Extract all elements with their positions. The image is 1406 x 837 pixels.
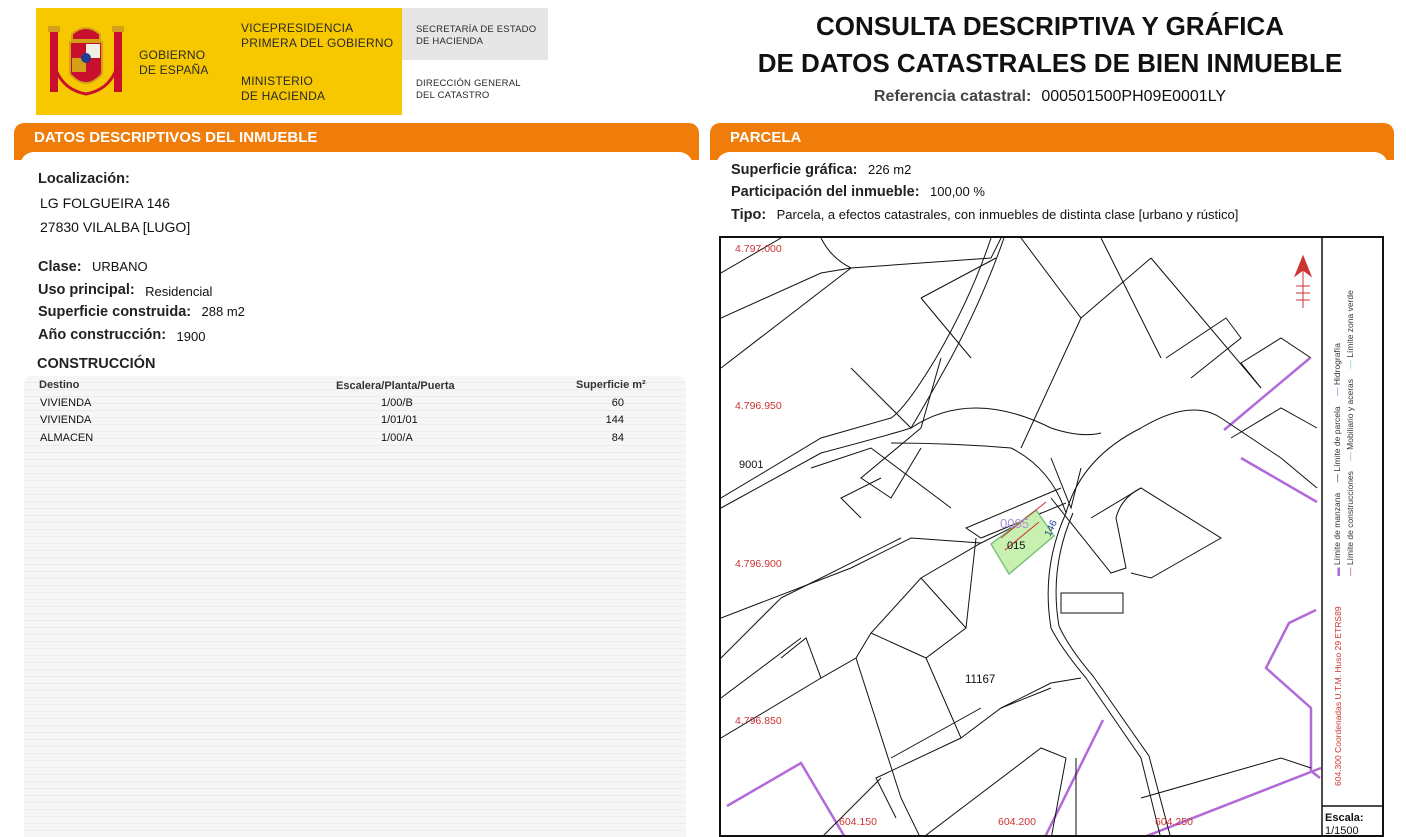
anio-label: Año construcción: (38, 327, 167, 343)
table-cell-destino: VIVIENDA (40, 414, 92, 426)
referencia-value: 000501500PH09E0001LY (1041, 88, 1227, 105)
construccion-table (24, 376, 686, 837)
direccion-line-1: DIRECCIÓN GENERAL (416, 78, 521, 89)
map-y-coord: 4.797.000 (735, 243, 782, 255)
clase-value: URBANO (91, 259, 148, 274)
ministry-line-1: MINISTERIO (241, 74, 314, 88)
section-title-datos: DATOS DESCRIPTIVOS DEL INMUEBLE (34, 129, 318, 146)
direccion-line-2: DEL CATASTRO (416, 90, 490, 101)
table-header-escalera: Escalera/Planta/Puerta (336, 380, 455, 392)
coat-of-arms-icon (48, 26, 124, 96)
map-coordinate-note: 604.300 Coordenadas U.T.M. Huso 29 ETRS8… (1333, 606, 1343, 786)
construccion-title: CONSTRUCCIÓN (37, 356, 156, 372)
parcel-label: 11167 (965, 674, 996, 686)
referencia-catastral: Referencia catastral: 000501500PH09E0001L… (720, 88, 1380, 106)
secretaria-line-1: SECRETARÍA DE ESTADO (416, 24, 537, 35)
tipo-value: Parcela, a efectos catastrales, con inmu… (776, 207, 1239, 222)
table-cell-superficie: 60 (611, 397, 624, 409)
map-legend-row2: — Límite de construcciones — Mobiliario … (1345, 290, 1355, 576)
parcel-label: 015 (1007, 540, 1026, 552)
scale-label: Escala: (1325, 812, 1364, 824)
superficie-grafica-label: Superficie gráfica: (731, 162, 858, 178)
page-title: CONSULTA DESCRIPTIVA Y GRÁFICA DE DATOS … (720, 8, 1380, 82)
gov-line-2: DE ESPAÑA (139, 63, 209, 77)
legend-parcela: Límite de parcela (1332, 406, 1342, 472)
legend-mobiliario: Mobiliario y aceras (1345, 378, 1355, 450)
table-header-superficie: Superficie m² (576, 379, 646, 391)
superficie-grafica-row: Superficie gráfica: 226 m2 (731, 161, 911, 179)
section-datos-inner (20, 152, 693, 166)
table-cell-destino: ALMACEN (40, 432, 94, 444)
cadastral-map[interactable]: 4.797.000 4.796.950 4.796.900 4.796.850 … (719, 236, 1384, 837)
map-legend-row1: ▬ Límite de manzana — Límite de parcela … (1332, 343, 1342, 576)
gov-name: GOBIERNO DE ESPAÑA (139, 48, 209, 78)
north-arrow-icon (1293, 254, 1313, 308)
table-cell-escalera: 1/01/01 (381, 414, 418, 426)
address-line-1: LG FOLGUEIRA 146 (40, 195, 170, 211)
vp-line-2: PRIMERA DEL GOBIERNO (241, 36, 394, 50)
superficie-grafica-value: 226 m2 (867, 162, 912, 177)
participacion-row: Participación del inmueble: 100,00 % (731, 183, 985, 201)
legend-zona-verde: Límite zona verde (1345, 290, 1355, 358)
vp-line-1: VICEPRESIDENCIA (241, 21, 354, 35)
table-cell-escalera: 1/00/A (381, 432, 413, 444)
uso-value: Residencial (145, 284, 213, 299)
scale-value: 1/1500 (1325, 825, 1359, 837)
clase-label: Clase: (38, 259, 82, 275)
vp-name: VICEPRESIDENCIA PRIMERA DEL GOBIERNO (241, 21, 393, 51)
section-bar-datos: DATOS DESCRIPTIVOS DEL INMUEBLE (14, 123, 699, 153)
map-y-coord: 4.796.950 (735, 400, 782, 412)
secretaria-name: SECRETARÍA DE ESTADO DE HACIENDA (416, 24, 536, 48)
table-cell-superficie: 84 (611, 432, 624, 444)
map-y-coord: 4.796.850 (735, 715, 782, 727)
secretaria-line-2: DE HACIENDA (416, 36, 484, 47)
tipo-row: Tipo: Parcela, a efectos catastrales, co… (731, 206, 1238, 224)
map-x-coord: 604.250 (1155, 816, 1193, 828)
table-cell-superficie: 144 (605, 414, 624, 426)
anio-row: Año construcción: 1900 (38, 326, 205, 344)
table-cell-escalera: 1/00/B (381, 397, 413, 409)
legend-manzana: Límite de manzana (1332, 492, 1342, 566)
parcel-label: 9001 (739, 459, 764, 471)
page-title-line-1: CONSULTA DESCRIPTIVA Y GRÁFICA (815, 11, 1285, 41)
participacion-value: 100,00 % (930, 184, 985, 199)
section-bar-parcela: PARCELA (710, 123, 1394, 153)
superficie-value: 288 m2 (201, 304, 245, 319)
referencia-label: Referencia catastral: (873, 88, 1032, 105)
clase-row: Clase: URBANO (38, 258, 148, 276)
ministry-name: MINISTERIO DE HACIENDA (241, 74, 325, 104)
legend-hidrografia: Hidrografía (1332, 343, 1342, 386)
map-x-coord: 604.150 (839, 816, 877, 828)
map-y-coord: 4.796.900 (735, 558, 782, 570)
legend-construcciones: Límite de construcciones (1345, 471, 1355, 566)
gov-line-1: GOBIERNO (139, 48, 206, 62)
map-x-coord: 604.200 (998, 816, 1036, 828)
address-line-2: 27830 VILALBA [LUGO] (40, 219, 191, 235)
section-title-parcela: PARCELA (730, 129, 802, 146)
participacion-label: Participación del inmueble: (731, 184, 920, 200)
table-header-destino: Destino (39, 379, 80, 391)
page-title-line-2: DE DATOS CATASTRALES DE BIEN INMUEBLE (757, 48, 1343, 78)
anio-value: 1900 (176, 329, 206, 344)
superficie-row: Superficie construida: 288 m2 (38, 303, 245, 321)
tipo-label: Tipo: (731, 207, 767, 223)
ministry-line-2: DE HACIENDA (241, 89, 326, 103)
uso-row: Uso principal: Residencial (38, 281, 212, 299)
localizacion-label: Localización: (38, 171, 130, 187)
parcel-label: 0005 (1000, 516, 1029, 531)
superficie-label: Superficie construida: (38, 304, 192, 320)
uso-label: Uso principal: (38, 282, 135, 298)
table-cell-destino: VIVIENDA (40, 397, 92, 409)
direccion-name: DIRECCIÓN GENERAL DEL CATASTRO (416, 78, 521, 102)
